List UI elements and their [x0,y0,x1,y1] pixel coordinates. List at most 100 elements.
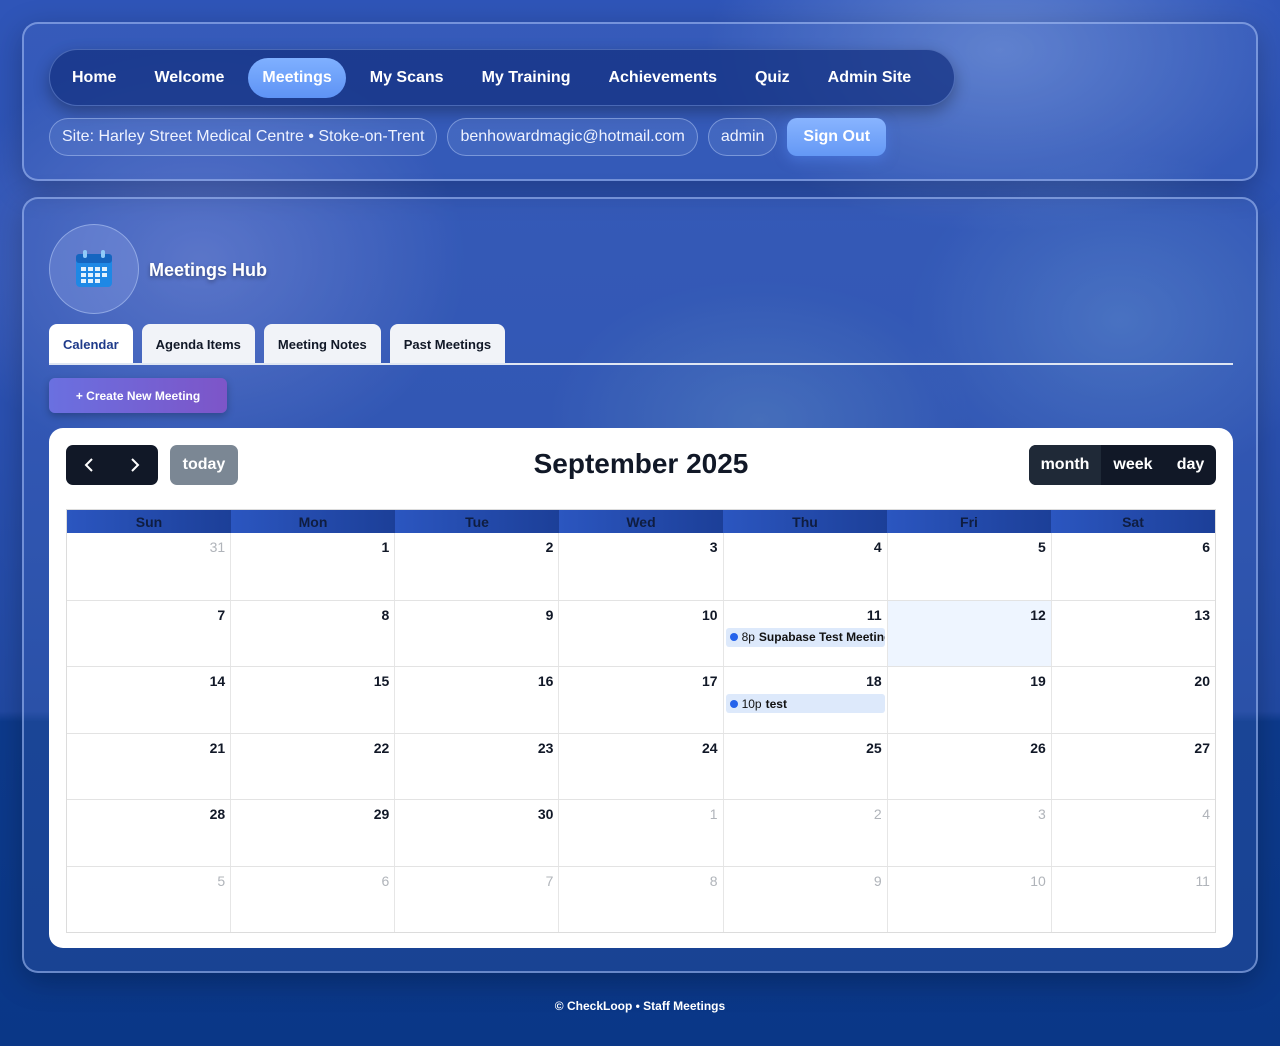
day-cell[interactable]: 8 [558,866,722,932]
day-cell[interactable]: 2 [394,533,558,600]
day-number[interactable]: 8 [381,607,389,623]
day-cell[interactable]: 26 [886,733,1051,799]
day-number[interactable]: 1 [381,539,389,555]
day-cell[interactable]: 5 [886,533,1051,600]
day-number[interactable]: 8 [710,873,718,889]
day-number[interactable]: 4 [874,539,882,555]
day-cell[interactable]: 10 [886,866,1051,932]
day-number[interactable]: 13 [1194,607,1210,623]
day-cell[interactable]: 25 [722,733,887,799]
day-cell[interactable]: 7 [394,866,558,932]
day-cell[interactable]: 11 8p Supabase Test Meeting [722,600,887,666]
view-day-button[interactable]: day [1165,445,1216,485]
create-meeting-button[interactable]: + Create New Meeting [49,378,227,413]
day-number[interactable]: 11 [867,607,882,623]
day-cell[interactable]: 3 [558,533,722,600]
day-cell[interactable]: 18 10p test [722,667,887,733]
day-number[interactable]: 11 [1195,873,1210,889]
nav-achievements[interactable]: Achievements [594,58,731,98]
day-cell[interactable]: 8 [230,600,394,666]
tab-calendar[interactable]: Calendar [49,324,133,365]
day-number[interactable]: 18 [866,673,882,689]
day-cell[interactable]: 23 [394,733,558,799]
day-number[interactable]: 9 [546,607,554,623]
nav-my-training[interactable]: My Training [468,58,585,98]
day-number[interactable]: 24 [702,740,718,756]
day-cell[interactable]: 20 [1050,667,1215,733]
nav-admin-site[interactable]: Admin Site [814,58,926,98]
day-cell[interactable]: 1 [558,800,722,866]
day-number[interactable]: 2 [546,539,554,555]
day-cell[interactable]: 4 [722,533,887,600]
day-cell[interactable]: 21 [67,734,230,800]
day-cell[interactable]: 16 [394,667,558,733]
day-cell[interactable]: 15 [230,667,394,733]
day-cell[interactable]: 3 [886,800,1051,866]
day-number[interactable]: 6 [381,873,389,889]
day-number[interactable]: 16 [538,673,554,689]
day-number[interactable]: 25 [866,740,882,756]
day-cell[interactable]: 22 [230,733,394,799]
day-number[interactable]: 22 [374,740,390,756]
day-number[interactable]: 17 [702,673,718,689]
nav-welcome[interactable]: Welcome [140,58,238,98]
day-cell[interactable]: 13 [1050,600,1215,666]
day-number[interactable]: 27 [1194,740,1210,756]
day-number[interactable]: 9 [874,873,882,889]
day-number[interactable]: 19 [1030,673,1046,689]
day-number[interactable]: 1 [710,806,718,822]
day-number[interactable]: 15 [374,673,390,689]
day-number[interactable]: 29 [374,806,390,822]
day-number[interactable]: 7 [546,873,554,889]
day-number[interactable]: 30 [538,806,554,822]
day-cell[interactable]: 17 [558,667,722,733]
nav-home[interactable]: Home [58,58,130,98]
day-number[interactable]: 5 [1038,539,1046,555]
day-cell[interactable]: 9 [722,866,887,932]
day-cell[interactable]: 6 [1050,533,1215,600]
day-cell[interactable]: 27 [1050,733,1215,799]
day-number[interactable]: 21 [210,740,226,756]
day-number[interactable]: 6 [1202,539,1210,555]
day-number[interactable]: 2 [874,806,882,822]
day-cell[interactable]: 14 [67,667,230,733]
day-number[interactable]: 23 [538,740,554,756]
day-cell[interactable]: 29 [230,800,394,866]
nav-quiz[interactable]: Quiz [741,58,804,98]
day-number[interactable]: 28 [210,806,226,822]
day-cell-today[interactable]: 12 [886,600,1051,666]
calendar-event[interactable]: 8p Supabase Test Meeting [725,627,885,647]
day-cell[interactable]: 6 [230,866,394,932]
day-number[interactable]: 5 [217,873,225,889]
day-number[interactable]: 12 [1030,607,1046,623]
day-number[interactable]: 4 [1202,806,1210,822]
view-week-button[interactable]: week [1101,445,1165,485]
day-number[interactable]: 20 [1194,673,1210,689]
day-cell[interactable]: 7 [67,601,230,667]
day-cell[interactable]: 5 [67,867,230,933]
day-cell[interactable]: 1 [230,533,394,600]
tab-meeting-notes[interactable]: Meeting Notes [263,324,381,364]
nav-meetings[interactable]: Meetings [248,57,346,98]
day-cell[interactable]: 10 [558,600,722,666]
tab-agenda-items[interactable]: Agenda Items [141,324,255,364]
day-cell[interactable]: 4 [1050,800,1215,866]
day-number[interactable]: 7 [217,607,225,623]
day-cell[interactable]: 2 [722,800,887,866]
day-number[interactable]: 10 [1030,873,1046,889]
calendar-event[interactable]: 10p test [725,694,885,713]
day-cell[interactable]: 31 [67,533,230,600]
tab-past-meetings[interactable]: Past Meetings [389,324,506,364]
day-cell[interactable]: 24 [558,733,722,799]
day-cell[interactable]: 28 [67,800,230,866]
nav-my-scans[interactable]: My Scans [356,58,458,98]
day-number[interactable]: 3 [1038,806,1046,822]
day-number[interactable]: 14 [210,673,226,689]
view-month-button[interactable]: month [1029,445,1101,485]
day-cell[interactable]: 11 [1050,866,1215,932]
day-number[interactable]: 3 [710,539,718,555]
day-cell[interactable]: 9 [394,600,558,666]
day-number[interactable]: 10 [702,607,718,623]
day-cell[interactable]: 30 [394,800,558,866]
day-number[interactable]: 31 [210,539,226,555]
